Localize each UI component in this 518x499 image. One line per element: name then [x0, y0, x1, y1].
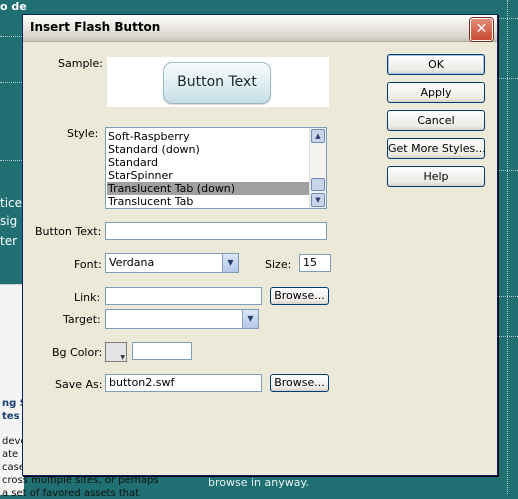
scroll-down-icon[interactable]: ▼ [311, 193, 325, 207]
save-as-browse-button[interactable]: Browse... [270, 374, 329, 392]
style-listbox[interactable]: Soft-Raspberry Standard (down) Standard … [105, 127, 327, 209]
apply-button[interactable]: Apply [387, 82, 485, 103]
background-text: tice [0, 196, 23, 210]
size-label: Size: [265, 258, 292, 271]
target-label: Target: [63, 313, 101, 326]
list-item[interactable]: StarSpinner [108, 169, 173, 182]
font-value: Verdana [109, 256, 155, 269]
list-item[interactable]: Translucent Tab [108, 195, 193, 208]
chevron-down-icon: ▼ [120, 354, 125, 361]
button-text-input[interactable] [105, 222, 327, 240]
list-item-selected[interactable]: Translucent Tab (down) [107, 182, 310, 195]
dialog-title: Insert Flash Button [30, 20, 161, 34]
background-text: ter l [0, 234, 25, 248]
bg-color-label: Bg Color: [52, 346, 103, 359]
background-text: tes [2, 411, 20, 422]
scroll-thumb[interactable] [311, 178, 325, 191]
target-select[interactable]: ▼ [105, 309, 259, 329]
background-heading: o de [0, 0, 27, 13]
background-text: cross multiple sites, or perhaps [2, 475, 159, 486]
title-bar[interactable]: Insert Flash Button ✕ [23, 15, 497, 42]
divider [0, 36, 24, 37]
close-icon: ✕ [475, 21, 488, 37]
divider [0, 82, 24, 83]
save-as-label: Save As: [55, 378, 103, 391]
divider [0, 160, 24, 161]
list-item[interactable]: Standard (down) [108, 143, 200, 156]
background-text: sig [0, 214, 18, 228]
size-input[interactable]: 15 [299, 254, 331, 272]
close-button[interactable]: ✕ [470, 18, 493, 41]
button-text-label: Button Text: [35, 225, 102, 238]
font-select[interactable]: Verdana ▼ [105, 253, 239, 273]
save-as-input[interactable]: button2.swf [105, 374, 262, 392]
link-label: Link: [74, 291, 101, 304]
background-text: browse in anyway. [208, 476, 309, 489]
bg-color-swatch[interactable]: ▼ [105, 342, 127, 362]
divider [507, 0, 508, 494]
help-button[interactable]: Help [387, 166, 485, 187]
style-label: Style: [67, 127, 99, 140]
list-item[interactable]: Standard [108, 156, 158, 169]
sample-preview: Button Text [107, 57, 329, 107]
get-more-styles-button[interactable]: Get More Styles... [387, 138, 486, 159]
chevron-down-icon[interactable]: ▼ [242, 310, 258, 328]
link-input[interactable] [105, 287, 262, 305]
sample-label: Sample: [58, 57, 103, 70]
cancel-button[interactable]: Cancel [387, 110, 485, 131]
ok-button[interactable]: OK [387, 54, 485, 75]
list-item[interactable]: Soft-Raspberry [108, 130, 190, 143]
style-scrollbar[interactable]: ▲ ▼ [309, 128, 326, 208]
link-browse-button[interactable]: Browse... [270, 287, 329, 305]
scroll-up-icon[interactable]: ▲ [311, 129, 325, 143]
bg-color-input[interactable] [132, 342, 192, 360]
font-label: Font: [74, 258, 102, 271]
insert-flash-button-dialog: Insert Flash Button ✕ Sample: Button Tex… [22, 14, 498, 476]
chevron-down-icon[interactable]: ▼ [222, 254, 238, 272]
sample-button: Button Text [163, 62, 271, 104]
